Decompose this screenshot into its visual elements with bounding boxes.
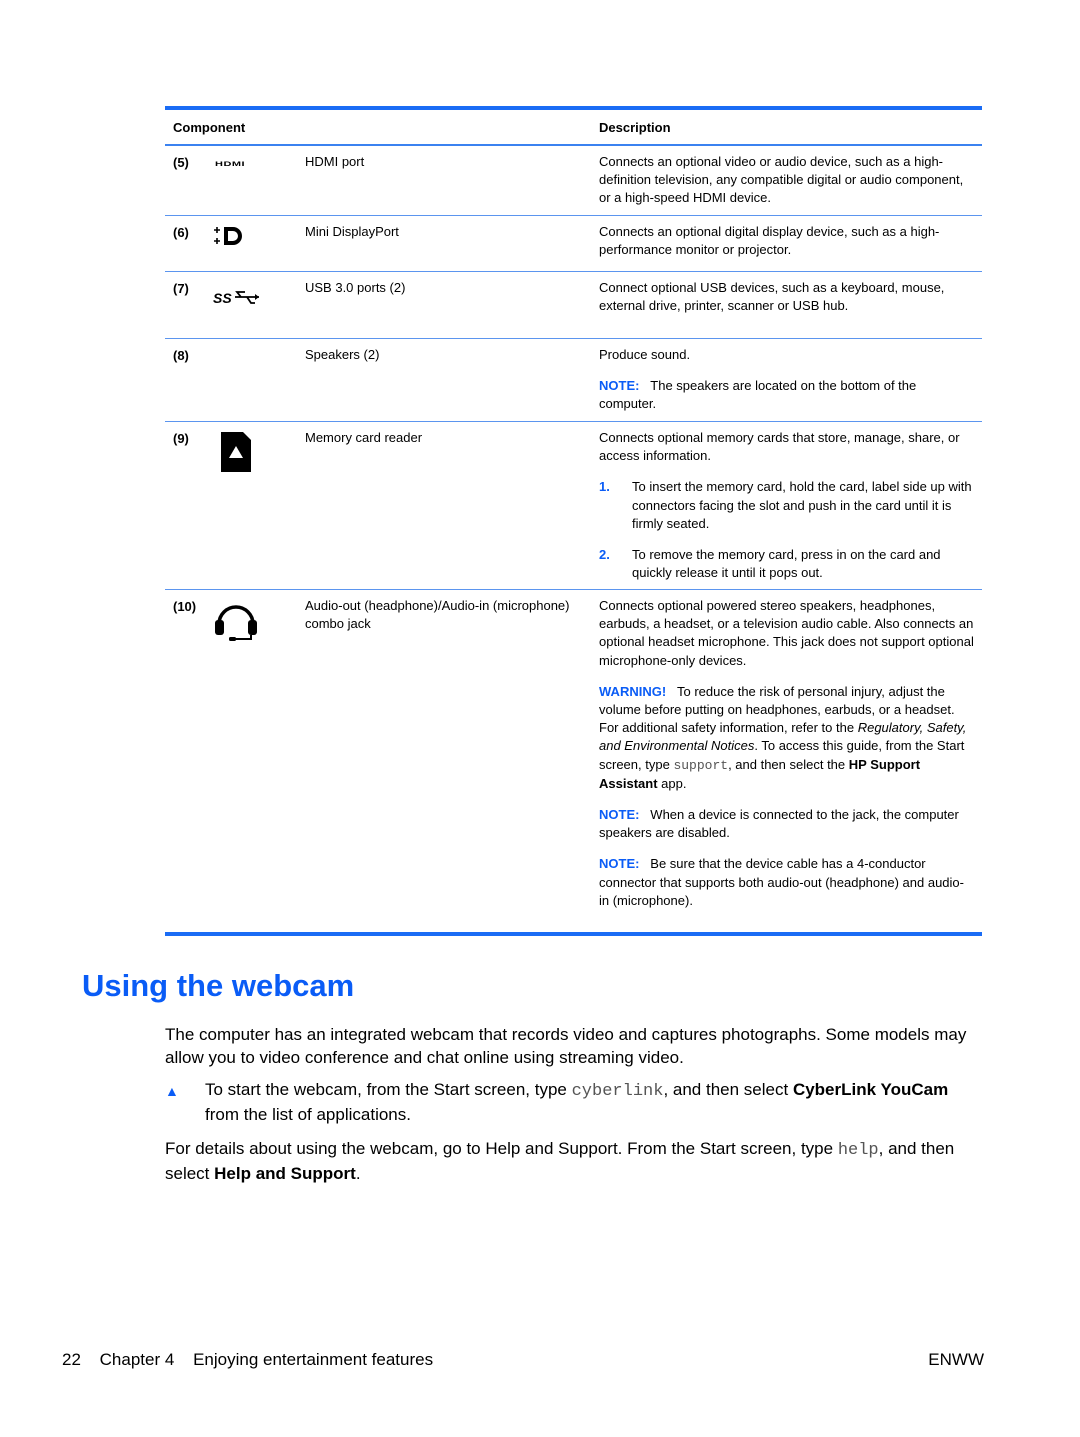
- component-description: Connects optional powered stereo speaker…: [599, 598, 974, 668]
- chapter-label: Chapter 4: [99, 1350, 175, 1369]
- page-number: 22: [62, 1350, 81, 1369]
- note-label: NOTE:: [599, 856, 640, 872]
- app-name: Help and Support: [214, 1163, 356, 1183]
- table-row: (10) Audio-out (headphone)/Audio-in (mic…: [165, 590, 982, 932]
- note-label: NOTE:: [599, 807, 640, 823]
- app-name: CyberLink YouCam: [792, 1080, 949, 1099]
- components-table: Component Description (5) HDMI HDMI port…: [165, 106, 982, 936]
- component-number: (5): [173, 155, 189, 170]
- command-text: cyberlink: [571, 1082, 664, 1101]
- component-name: Speakers (2): [305, 347, 380, 362]
- component-description: Connect optional USB devices, such as a …: [599, 280, 945, 314]
- component-number: (9): [173, 431, 189, 446]
- table-bottom-rule: [165, 932, 982, 936]
- component-number: (10): [173, 599, 197, 614]
- table-row: (9) Memory card reader Connects optional…: [165, 422, 982, 590]
- section-title: Using the webcam: [82, 968, 355, 1003]
- list-item: 2. To remove the memory card, press in o…: [599, 547, 941, 581]
- details-paragraph: For details about using the webcam, go t…: [165, 1139, 955, 1183]
- table-row: (6) Mini DisplayPort Connects an optiona…: [165, 216, 982, 272]
- note: NOTE: When a device is connected to the …: [599, 807, 959, 841]
- command-text: help: [837, 1141, 879, 1160]
- warning: WARNING! To reduce the risk of personal …: [599, 683, 967, 791]
- svg-text:SS: SS: [213, 290, 232, 306]
- headset-icon: [215, 605, 257, 641]
- table-row: (5) HDMI HDMI port Connects an optional …: [165, 146, 982, 216]
- header-component: Component: [173, 119, 246, 135]
- component-description: Connects optional memory cards that stor…: [599, 430, 960, 464]
- note: NOTE: Be sure that the device cable has …: [599, 856, 964, 908]
- hdmi-icon: HDMI: [215, 160, 246, 168]
- table-row: (7) SS USB 3.0 ports (2) Connect optiona…: [165, 272, 982, 339]
- note-text: The speakers are located on the bottom o…: [599, 378, 917, 412]
- triangle-bullet-icon: ▲: [165, 1083, 179, 1099]
- locale-code: ENWW: [928, 1350, 984, 1369]
- table-row: (8) Speakers (2) Produce sound. NOTE: Th…: [165, 339, 982, 422]
- header-description: Description: [599, 119, 671, 135]
- list-item: 1. To insert the memory card, hold the c…: [599, 479, 972, 531]
- usb-3-superspeed-icon: SS: [213, 290, 259, 306]
- component-name: HDMI port: [305, 154, 365, 169]
- chapter-title: Enjoying entertainment features: [193, 1350, 434, 1369]
- component-description: Connects an optional video or audio devi…: [599, 154, 964, 206]
- warning-label: WARNING!: [599, 683, 667, 699]
- note: NOTE: The speakers are located on the bo…: [599, 377, 974, 413]
- memory-card-icon: [221, 432, 251, 472]
- component-name: USB 3.0 ports (2): [305, 280, 406, 295]
- intro-paragraph: The computer has an integrated webcam th…: [165, 1025, 967, 1067]
- component-name: Memory card reader: [305, 430, 423, 445]
- component-name: Mini DisplayPort: [305, 224, 399, 239]
- component-name: Audio-out (headphone)/Audio-in (micropho…: [305, 598, 570, 632]
- mini-displayport-icon: [214, 227, 242, 245]
- bullet-item: ▲ To start the webcam, from the Start sc…: [165, 1079, 985, 1126]
- component-description: Produce sound.: [599, 347, 691, 362]
- component-description: Connects an optional digital display dev…: [599, 224, 940, 258]
- component-number: (6): [173, 225, 189, 240]
- table-header: Component Description: [165, 110, 982, 146]
- note-label: NOTE:: [599, 378, 640, 394]
- component-number: (7): [173, 281, 189, 296]
- page-footer: 22 Chapter 4 Enjoying entertainment feat…: [62, 1350, 984, 1370]
- component-number: (8): [173, 348, 189, 363]
- command-text: support: [673, 757, 729, 773]
